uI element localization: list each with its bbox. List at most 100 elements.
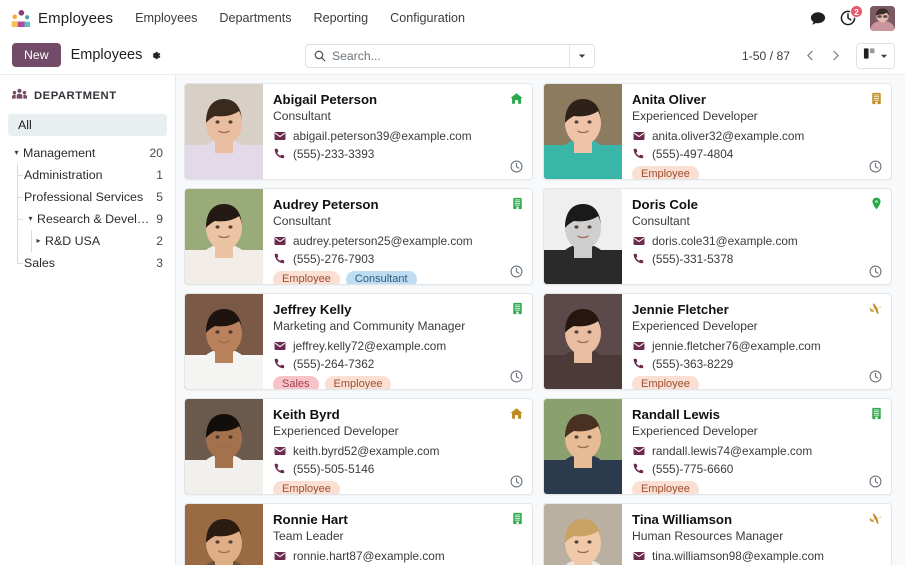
- employee-phone-line[interactable]: (555)-233-3393: [273, 147, 523, 161]
- caret-down-icon[interactable]: ▾: [24, 215, 37, 223]
- employee-email: randall.lewis74@example.com: [652, 444, 812, 458]
- envelope-icon: [632, 236, 645, 246]
- caret-down-icon[interactable]: ▾: [10, 149, 23, 157]
- employee-job-title: Consultant: [273, 109, 523, 125]
- sidebar-item-count: 5: [156, 190, 163, 204]
- employee-email-line[interactable]: jeffrey.kelly72@example.com: [273, 339, 523, 353]
- clock-icon[interactable]: [869, 160, 882, 173]
- navbar-systray: 2: [810, 0, 895, 36]
- pager-next-button[interactable]: [824, 45, 846, 67]
- employee-email-line[interactable]: anita.oliver32@example.com: [632, 129, 882, 143]
- employee-card-body: Tina Williamson Human Resources Manager …: [622, 504, 891, 565]
- clock-icon[interactable]: [869, 475, 882, 488]
- employee-card[interactable]: Audrey Peterson Consultant audrey.peters…: [184, 188, 533, 285]
- employee-card[interactable]: Jennie Fletcher Experienced Developer je…: [543, 293, 892, 390]
- tree-branch: [17, 263, 23, 264]
- user-avatar[interactable]: [870, 6, 895, 31]
- employee-phone-line[interactable]: (555)-497-4804: [632, 147, 882, 161]
- clock-icon[interactable]: [510, 160, 523, 173]
- new-button[interactable]: New: [12, 43, 61, 67]
- caret-right-icon[interactable]: ▸: [32, 237, 45, 245]
- employee-card[interactable]: Keith Byrd Experienced Developer keith.b…: [184, 398, 533, 495]
- employee-tag[interactable]: Employee: [325, 376, 392, 390]
- employee-tag[interactable]: Employee: [273, 271, 340, 285]
- employee-phone-line[interactable]: (555)-363-8229: [632, 357, 882, 371]
- menu-item-configuration[interactable]: Configuration: [390, 7, 465, 29]
- clock-icon[interactable]: [510, 475, 523, 488]
- employees-app-icon[interactable]: [10, 8, 31, 29]
- employee-phone-line[interactable]: (555)-505-5146: [273, 462, 523, 476]
- phone-icon: [632, 358, 645, 369]
- employee-name: Ronnie Hart: [273, 512, 523, 528]
- clock-icon[interactable]: [869, 265, 882, 278]
- employee-email-line[interactable]: abigail.peterson39@example.com: [273, 129, 523, 143]
- employee-card[interactable]: Ronnie Hart Team Leader ronnie.hart87@ex…: [184, 503, 533, 565]
- employee-phone-line[interactable]: (555)-264-7362: [273, 357, 523, 371]
- employee-card[interactable]: Randall Lewis Experienced Developer rand…: [543, 398, 892, 495]
- gear-icon[interactable]: [149, 49, 162, 62]
- department-sidebar: DEPARTMENT All ▾ Management 20 Administr…: [0, 75, 176, 565]
- sidebar-item-professional-services[interactable]: Professional Services 5: [0, 186, 175, 208]
- menu-item-employees[interactable]: Employees: [135, 7, 197, 29]
- employee-kanban-grid: Abigail Peterson Consultant abigail.pete…: [176, 75, 905, 565]
- employee-card[interactable]: Anita Oliver Experienced Developer anita…: [543, 83, 892, 180]
- sidebar-item-research-development[interactable]: ▾ Research & Develop... 9: [0, 208, 175, 230]
- employee-email-line[interactable]: ronnie.hart87@example.com: [273, 549, 523, 563]
- map-pin-icon: [871, 197, 882, 210]
- employee-email-line[interactable]: randall.lewis74@example.com: [632, 444, 882, 458]
- employee-phone: (555)-363-8229: [652, 357, 733, 371]
- search-bar[interactable]: [305, 44, 595, 68]
- sidebar-item-management[interactable]: ▾ Management 20: [0, 142, 175, 164]
- menu-item-departments[interactable]: Departments: [219, 7, 291, 29]
- sidebar-item-sales[interactable]: Sales 3: [0, 252, 175, 274]
- plane-icon: [869, 512, 882, 525]
- view-switcher-kanban[interactable]: [856, 43, 895, 69]
- envelope-icon: [273, 236, 286, 246]
- pager-previous-button[interactable]: [799, 45, 821, 67]
- employee-tag[interactable]: Employee: [632, 481, 699, 495]
- sidebar-item-rd-usa[interactable]: ▸ R&D USA 2: [0, 230, 175, 252]
- sidebar-item-label: Professional Services: [24, 190, 156, 204]
- employee-card[interactable]: Jeffrey Kelly Marketing and Community Ma…: [184, 293, 533, 390]
- clock-icon[interactable]: [510, 265, 523, 278]
- sidebar-item-administration[interactable]: Administration 1: [0, 164, 175, 186]
- employee-email: keith.byrd52@example.com: [293, 444, 439, 458]
- search-dropdown-toggle[interactable]: [569, 45, 594, 67]
- employee-card[interactable]: Tina Williamson Human Resources Manager …: [543, 503, 892, 565]
- employee-tag[interactable]: Consultant: [346, 271, 417, 285]
- employee-email-line[interactable]: audrey.peterson25@example.com: [273, 234, 523, 248]
- sidebar-item-all[interactable]: All: [8, 114, 167, 136]
- employee-email-line[interactable]: jennie.fletcher76@example.com: [632, 339, 882, 353]
- employee-photo: [544, 504, 622, 565]
- employee-email: jeffrey.kelly72@example.com: [293, 339, 446, 353]
- building-icon: [871, 92, 882, 105]
- chat-bubble-icon[interactable]: [810, 11, 826, 26]
- clock-icon[interactable]: [869, 370, 882, 383]
- employee-phone: (555)-276-7903: [293, 252, 374, 266]
- clock-icon[interactable]: [510, 370, 523, 383]
- employee-card[interactable]: Doris Cole Consultant doris.cole31@examp…: [543, 188, 892, 285]
- employee-tag[interactable]: Employee: [273, 481, 340, 495]
- employee-phone-line[interactable]: (555)-276-7903: [273, 252, 523, 266]
- tree-line: [31, 230, 32, 252]
- employee-tag[interactable]: Sales: [273, 376, 319, 390]
- employee-email-line[interactable]: doris.cole31@example.com: [632, 234, 882, 248]
- clock-activity-icon[interactable]: 2: [840, 10, 856, 26]
- employee-tag[interactable]: Employee: [632, 376, 699, 390]
- employee-job-title: Consultant: [273, 214, 523, 230]
- employee-name: Doris Cole: [632, 197, 882, 213]
- building-icon: [871, 407, 882, 420]
- employee-card[interactable]: Abigail Peterson Consultant abigail.pete…: [184, 83, 533, 180]
- employee-email-line[interactable]: tina.williamson98@example.com: [632, 549, 882, 563]
- department-group-icon: [12, 87, 27, 105]
- tree-branch: [17, 197, 23, 198]
- employee-phone-line[interactable]: (555)-775-6660: [632, 462, 882, 476]
- employee-phone-line[interactable]: (555)-331-5378: [632, 252, 882, 266]
- employee-email-line[interactable]: keith.byrd52@example.com: [273, 444, 523, 458]
- menu-item-reporting[interactable]: Reporting: [314, 7, 369, 29]
- search-input[interactable]: [332, 45, 569, 67]
- employee-card-body: Audrey Peterson Consultant audrey.peters…: [263, 189, 532, 284]
- employee-tag[interactable]: Employee: [632, 166, 699, 180]
- employee-name: Randall Lewis: [632, 407, 882, 423]
- main-menu: Employees Departments Reporting Configur…: [135, 7, 465, 29]
